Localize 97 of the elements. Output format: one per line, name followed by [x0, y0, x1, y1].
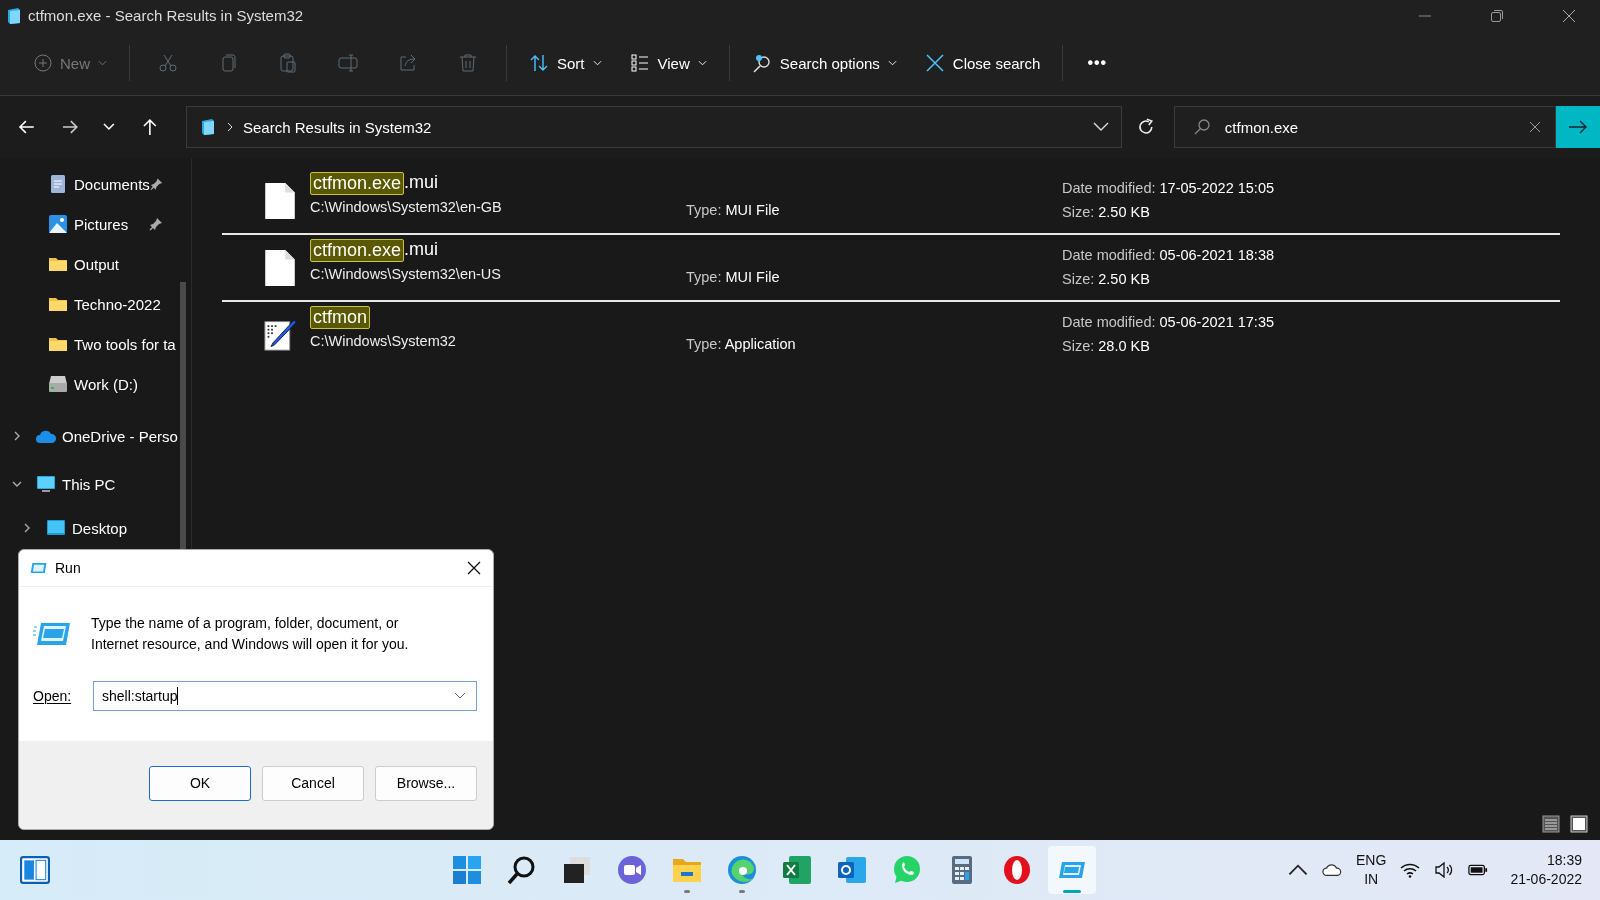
list-icon [629, 53, 650, 73]
details-view-icon[interactable] [1542, 814, 1560, 833]
tree-item[interactable]: OneDrive - Perso [0, 412, 191, 460]
chevron-icon[interactable] [22, 523, 32, 533]
dialog-button[interactable]: Browse... [375, 765, 477, 801]
cloud-icon[interactable] [1322, 862, 1343, 878]
view-button[interactable]: View [619, 47, 717, 79]
tree-item[interactable]: This PC [0, 460, 191, 508]
file-type: Type: Application [686, 336, 796, 352]
sidebar-item[interactable]: Two tools for ta [0, 324, 191, 364]
chevron-icon[interactable] [12, 479, 22, 489]
spreadsheet-icon [780, 854, 813, 886]
document-icon [48, 174, 68, 194]
dialog-button[interactable]: OK [149, 765, 251, 801]
file-type: Type: MUI File [686, 202, 780, 218]
video-chat-icon [615, 854, 648, 886]
address-bar[interactable]: Search Results in System32 [186, 106, 1123, 148]
open-label: Open: [33, 688, 73, 704]
windows-logo-icon [450, 854, 483, 886]
mail-icon [835, 854, 868, 886]
browser-icon [725, 854, 758, 886]
running-indicator [1062, 890, 1081, 893]
location-icon [199, 118, 217, 136]
close-icon [924, 53, 945, 73]
dialog-button[interactable]: Cancel [262, 765, 364, 801]
open-combo-field[interactable]: shell:startup [93, 681, 477, 711]
clipboard-icon [278, 53, 298, 73]
dialog-title: Run [55, 560, 81, 576]
breadcrumb-chevron-icon[interactable] [227, 122, 233, 132]
search-field[interactable]: ctfmon.exe [1173, 106, 1556, 148]
file-size: Size: 28.0 KB [1062, 338, 1151, 354]
close-icon[interactable] [1562, 8, 1576, 23]
caret-icon [592, 60, 602, 66]
close-icon[interactable] [467, 561, 481, 575]
run-icon [33, 621, 71, 647]
search-options-button[interactable]: Search options [741, 47, 907, 79]
dropdown-icon[interactable] [454, 692, 466, 700]
wifi-icon[interactable] [1400, 862, 1421, 878]
desktop-icon [46, 518, 66, 538]
search-go-button[interactable] [1555, 106, 1600, 148]
caret-icon [98, 60, 107, 66]
date-modified: Date modified: 05-06-2021 18:38 [1062, 247, 1274, 263]
trash-icon [458, 53, 478, 73]
file-size: Size: 2.50 KB [1062, 271, 1151, 287]
recent-locations-icon[interactable] [103, 123, 116, 131]
tree-item[interactable]: Desktop [0, 508, 191, 548]
forward-icon[interactable] [60, 118, 79, 136]
battery-icon[interactable] [1468, 862, 1489, 878]
file-type: Type: MUI File [686, 269, 780, 285]
monitor-icon [36, 474, 56, 494]
file-size: Size: 2.50 KB [1062, 204, 1151, 220]
running-indicator [738, 890, 745, 893]
more-button[interactable]: ••• [1075, 48, 1120, 78]
language-indicator[interactable]: ENG IN [1356, 851, 1387, 889]
arrow-right-icon [1567, 120, 1588, 134]
date-modified: Date modified: 05-06-2021 17:35 [1062, 314, 1274, 330]
rename-icon [338, 53, 358, 73]
plus-icon [34, 54, 52, 72]
run-taskbar-button[interactable] [1047, 846, 1096, 894]
pictures-icon [48, 214, 68, 234]
file-path: C:\Windows\System32 [310, 333, 456, 349]
running-indicator [683, 890, 690, 893]
file-icon [264, 182, 296, 220]
hidden-icons-caret-icon[interactable] [1288, 862, 1309, 878]
sort-arrows-icon [529, 53, 549, 73]
window-title: ctfmon.exe - Search Results in System32 [28, 7, 304, 24]
drive-icon [48, 374, 68, 394]
clock[interactable]: 18:39 21-06-2022 [1510, 851, 1582, 889]
dialog-message: Type the name of a program, folder, document, or Internet resource, and Windows will open it for you. [91, 614, 410, 654]
back-icon[interactable] [18, 118, 36, 136]
clear-icon[interactable] [1528, 121, 1541, 133]
close-search-button[interactable]: Close search [914, 47, 1051, 79]
search-options-icon [751, 53, 772, 73]
caret-icon [887, 60, 897, 66]
file-icon [264, 249, 296, 287]
widgets-icon[interactable] [20, 856, 50, 884]
chevron-icon[interactable] [12, 431, 22, 441]
app-icon [6, 6, 22, 25]
search-icon [1192, 118, 1211, 136]
restore-icon[interactable] [1490, 8, 1504, 23]
up-icon[interactable] [141, 118, 159, 136]
run-icon [29, 561, 47, 575]
large-icons-view-icon[interactable] [1570, 814, 1588, 833]
scissors-icon [158, 53, 178, 73]
file-path: C:\Windows\System32\en-US [310, 266, 501, 282]
file-path: C:\Windows\System32\en-GB [310, 199, 502, 215]
sidebar-item[interactable]: Techno-2022 [0, 284, 191, 324]
sidebar-item[interactable]: Work (D:) [0, 364, 191, 404]
sidebar-item[interactable]: Pictures [0, 204, 191, 244]
sidebar-item[interactable]: Documents [0, 164, 191, 204]
date-modified: Date modified: 17-05-2022 15:05 [1062, 180, 1274, 196]
caret-icon [697, 60, 707, 66]
file-name[interactable]: ctfmon [310, 306, 371, 329]
sidebar-item[interactable]: Output [0, 244, 191, 284]
volume-icon[interactable] [1434, 862, 1455, 878]
sort-button[interactable]: Sort [519, 47, 612, 79]
share-icon [398, 53, 418, 73]
